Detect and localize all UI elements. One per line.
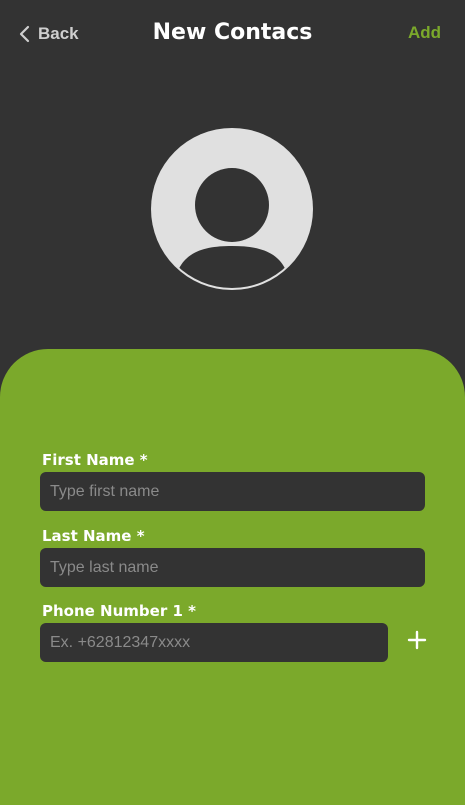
add-button[interactable]: Add [408, 23, 441, 43]
last-name-input[interactable] [40, 548, 425, 587]
header-bar: Back New Contacs Add [0, 0, 465, 70]
plus-icon [407, 630, 427, 650]
add-phone-button[interactable] [403, 626, 431, 654]
avatar[interactable] [151, 128, 313, 290]
phone-number-input[interactable] [40, 623, 388, 662]
chevron-left-icon [19, 25, 30, 43]
back-button[interactable]: Back [18, 22, 79, 46]
first-name-label: First Name * [42, 451, 148, 469]
first-name-input[interactable] [40, 472, 425, 511]
phone-number-label: Phone Number 1 * [42, 602, 196, 620]
back-label: Back [38, 24, 79, 43]
last-name-label: Last Name * [42, 527, 145, 545]
user-avatar-icon [151, 128, 313, 290]
